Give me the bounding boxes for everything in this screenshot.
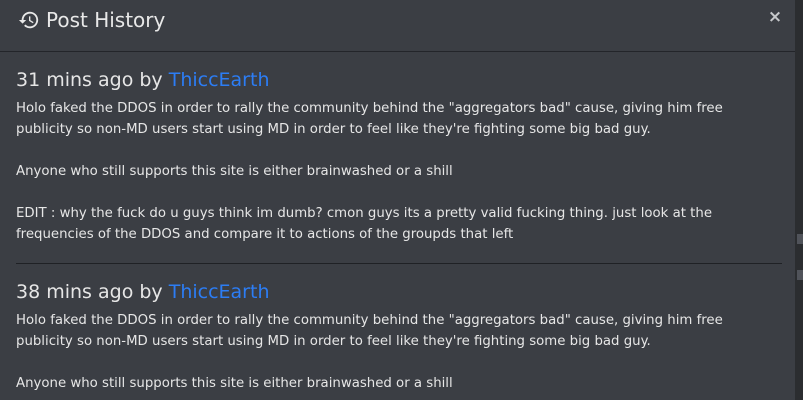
entry-by-label: by bbox=[139, 281, 163, 303]
entry-divider bbox=[16, 263, 782, 264]
history-icon bbox=[18, 11, 39, 29]
entry-timestamp: 31 mins ago bbox=[16, 69, 134, 91]
close-button[interactable]: × bbox=[766, 6, 784, 28]
modal-header: Post History × bbox=[0, 0, 795, 52]
post-history-modal: Post History × 31 mins ago by ThiccEarth… bbox=[0, 0, 795, 400]
entry-body: Holo faked the DDOS in order to rally th… bbox=[16, 98, 782, 245]
entry-paragraph: EDIT : why the fuck do u guys think im d… bbox=[16, 206, 712, 242]
entry-paragraph: Holo faked the DDOS in order to rally th… bbox=[16, 101, 723, 137]
author-link[interactable]: ThiccEarth bbox=[169, 69, 270, 91]
entry-header: 31 mins ago by ThiccEarth bbox=[16, 66, 270, 94]
entry-paragraph: Holo faked the DDOS in order to rally th… bbox=[16, 313, 723, 349]
author-link[interactable]: ThiccEarth bbox=[169, 281, 270, 303]
entry-body: Holo faked the DDOS in order to rally th… bbox=[16, 310, 782, 394]
entry-paragraph: Anyone who still supports this site is e… bbox=[16, 164, 453, 179]
page-scrollbar-track[interactable] bbox=[795, 0, 803, 400]
entry-header: 38 mins ago by ThiccEarth bbox=[16, 278, 270, 306]
close-icon[interactable]: × bbox=[768, 7, 782, 27]
entry-by-label: by bbox=[139, 69, 163, 91]
page-scrollbar-mark bbox=[797, 270, 803, 280]
page-scrollbar-mark bbox=[797, 234, 803, 244]
entry-timestamp: 38 mins ago bbox=[16, 281, 134, 303]
modal-title: Post History bbox=[46, 8, 166, 32]
entry-paragraph: Anyone who still supports this site is e… bbox=[16, 376, 453, 391]
